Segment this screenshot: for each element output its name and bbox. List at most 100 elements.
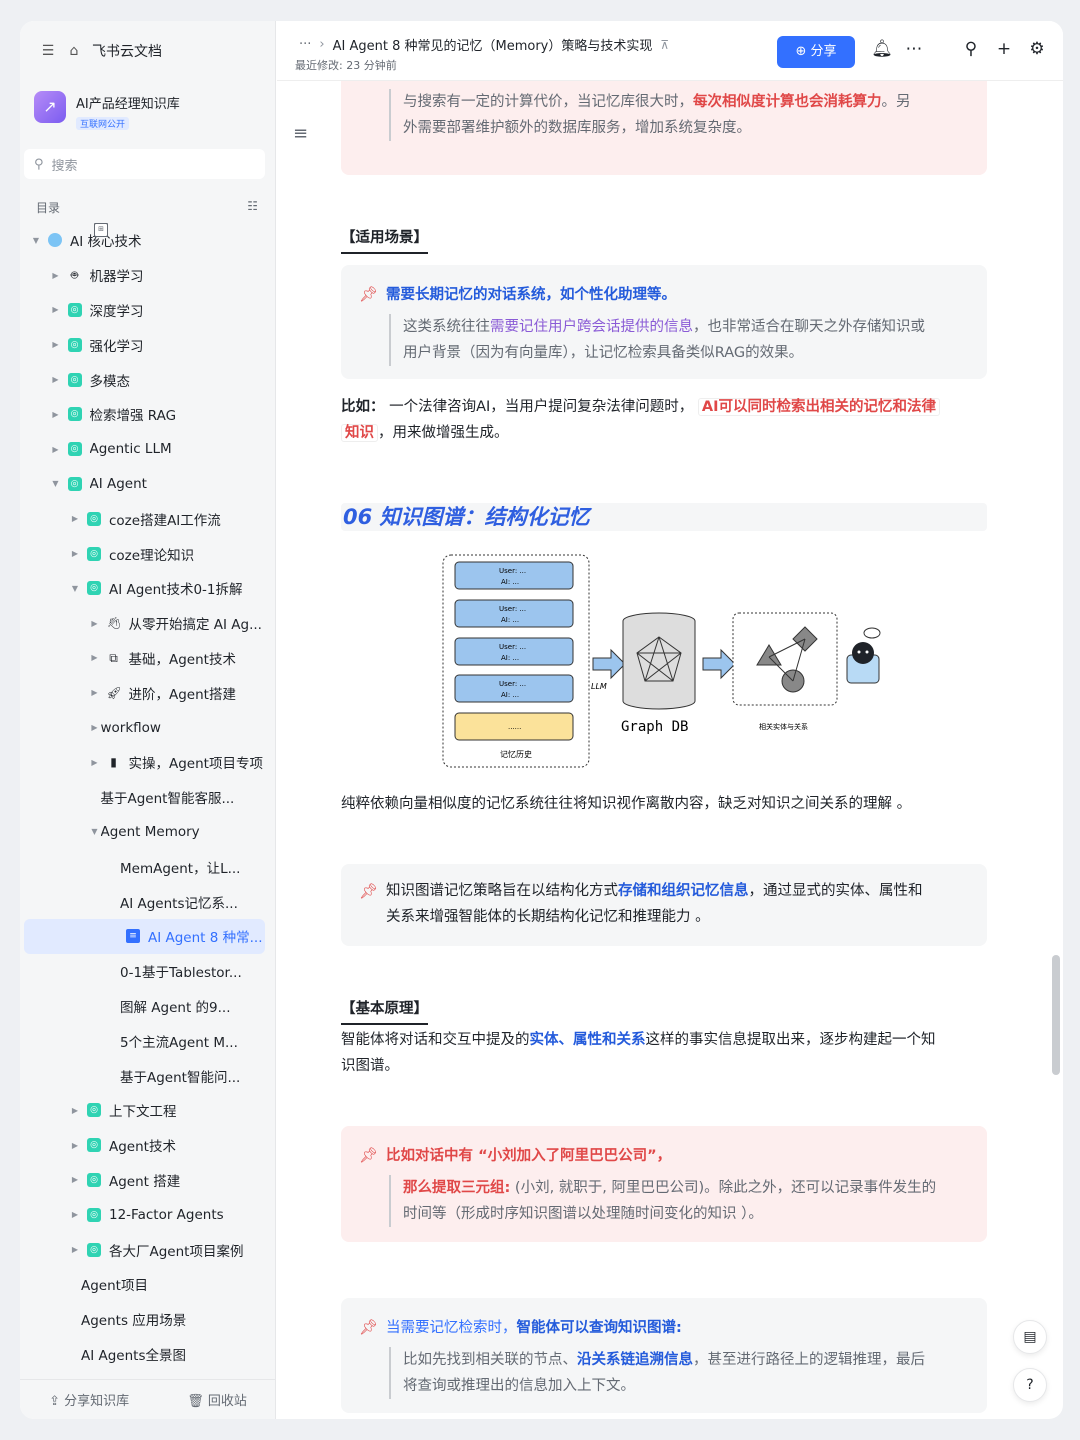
home-icon[interactable]: ⌂ <box>66 43 82 59</box>
search-input[interactable]: ⚲ 搜索 <box>24 149 265 179</box>
sidebar-item[interactable]: ▶ ◎ Agent技术 <box>24 1128 265 1163</box>
share-button[interactable]: ⊕ 分享 <box>777 36 855 68</box>
sidebar-item[interactable]: ▶ ◎ Agentic LLM <box>24 432 265 467</box>
sidebar-item[interactable]: ▶ ◎ 深度学习 <box>24 293 265 328</box>
sidebar-item[interactable]: ▼≡Agent Memory <box>24 223 265 850</box>
chevron-right-icon[interactable]: ▶ <box>50 305 62 314</box>
doc-title[interactable]: AI Agent 8 种常见的记忆（Memory）策略与技术实现 <box>333 35 653 54</box>
chevron-right-icon[interactable]: ▶ <box>50 340 62 349</box>
help-button[interactable]: ? <box>1013 1368 1047 1402</box>
sidebar-item[interactable]: ≡AI Agents记忆系... <box>24 223 265 919</box>
collapse-sidebar-icon[interactable]: ☰ <box>40 43 56 59</box>
toc-options-icon[interactable]: ☷ <box>247 199 258 216</box>
settings-icon[interactable]: ⚙ <box>1026 39 1048 59</box>
arrow-to-graphdb <box>592 648 626 680</box>
highlight: 那么提取三元组: <box>403 1180 511 1196</box>
teal-doc-icon: ◎ <box>67 302 82 317</box>
chevron-right-icon[interactable]: ▶ <box>69 1106 81 1115</box>
sidebar-item[interactable]: ▶ ▮ 实操，Agent项目专项 <box>24 745 265 780</box>
sidebar-item[interactable]: ▶ ◎ coze搭建AI工作流 <box>24 501 265 536</box>
sidebar-item[interactable]: ≡ 5个主流Agent M... <box>24 223 265 1058</box>
sidebar-item[interactable]: ▶ ◎ Agent 搭建 <box>24 1163 265 1198</box>
sidebar-item-label: Agent 搭建 <box>109 1173 181 1190</box>
chevron-right-icon[interactable]: ▶ <box>89 723 101 732</box>
sidebar-item[interactable]: ≡ 图解 Agent 的9... <box>24 223 265 1024</box>
chevron-right-icon[interactable]: ▶ <box>69 1210 81 1219</box>
chevron-down-icon[interactable]: ▼ <box>69 584 81 593</box>
knowledge-base-header[interactable]: ↗ AI产品经理知识库 互联网公开 <box>34 91 180 131</box>
sidebar-item[interactable]: ▶ ◎ 各大厂Agent项目案例 <box>24 1232 265 1267</box>
chevron-down-icon[interactable]: ▼ <box>89 827 101 836</box>
sidebar-item[interactable]: ≡ 0-1基于Tablestor... <box>24 223 265 989</box>
sidebar-item[interactable]: ▶ 🚀︎ 进阶，Agent搭建 <box>24 675 265 710</box>
sidebar-item[interactable]: ▶ ◎ 检索增强 RAG <box>24 397 265 432</box>
highlight: 存储和组织记忆信息 <box>618 883 749 899</box>
chevron-right-icon[interactable]: ▶ <box>89 688 101 697</box>
sidebar-item[interactable]: ⊞Agents 应用场景 <box>24 223 265 1337</box>
chevron-down-icon[interactable]: ▼ <box>30 236 42 245</box>
title-text: 比如对话中有 “小刘加入了阿里巴巴公司”， <box>386 1148 672 1164</box>
sidebar-item-label: 深度学习 <box>89 303 144 320</box>
sidebar-item[interactable]: ▶ 👋︎ 从零开始搞定 AI Ag... <box>24 606 265 641</box>
add-icon[interactable]: + <box>993 39 1015 59</box>
sidebar-item[interactable]: ▶ 🤖︎ 机器学习 <box>24 258 265 293</box>
chevron-right-icon[interactable]: ▶ <box>89 619 101 628</box>
chevron-right-icon[interactable]: ▶ <box>69 1245 81 1254</box>
highlight: 实体、属性和关系 <box>529 1032 646 1048</box>
outline-icon[interactable]: ≡ <box>293 123 308 144</box>
search-icon[interactable]: ⚲ <box>960 39 982 59</box>
sidebar-item[interactable]: ▶≡workflow <box>24 223 265 745</box>
example-label: 比如： <box>341 399 385 415</box>
sidebar-item[interactable]: ▼ ◎ AI Agent技术0-1拆解 <box>24 571 265 606</box>
sidebar-item[interactable]: ⊞ AI Agents全景图 <box>24 223 265 1372</box>
text: ，用来做增强生成。 <box>378 425 509 441</box>
chevron-right-icon[interactable]: ▶ <box>50 445 62 454</box>
scrollbar-thumb[interactable] <box>1052 955 1060 1075</box>
recycle-bin-button[interactable]: 🗑 回收站 <box>187 1390 247 1409</box>
sidebar-item[interactable]: ≡ 基于Agent智能问... <box>24 223 265 1093</box>
sidebar-item[interactable]: ≡基于Agent智能客服... <box>24 223 265 815</box>
sidebar-item[interactable]: ▶ ◎ 12-Factor Agents <box>24 1197 265 1232</box>
chevron-right-icon[interactable]: ▶ <box>69 514 81 523</box>
sidebar-item[interactable]: ⊞Agent项目 <box>24 223 265 1302</box>
sidebar-item[interactable]: ▶ ◎ coze理论知识 <box>24 536 265 571</box>
text: 识图谱。 <box>341 1058 399 1074</box>
chevron-right-icon[interactable]: ▶ <box>69 1175 81 1184</box>
share-kb-button[interactable]: ⇪ 分享知识库 <box>49 1390 129 1409</box>
teal-doc-icon: ◎ <box>67 372 82 387</box>
public-badge: 互联网公开 <box>76 117 130 130</box>
chevron-right-icon[interactable]: ▶ <box>69 1141 81 1150</box>
teal-doc-icon: ◎ <box>87 1242 101 1257</box>
sidebar-item[interactable]: ▶ ⧉ 基础，Agent技术 <box>24 641 265 676</box>
sidebar-item-label: 进阶，Agent搭建 <box>128 686 236 703</box>
sidebar-item[interactable]: ▼ AI 核心技术 <box>24 223 265 258</box>
chevron-right-icon[interactable]: ▶ <box>50 375 62 384</box>
breadcrumb-more-button[interactable]: ··· <box>299 37 311 52</box>
callout-scene: 📌︎ 需要长期记忆的对话系统，如个性化助理等。 这类系统往往需要记住用户跨会话提供… <box>341 265 987 379</box>
scrollbar[interactable] <box>1051 85 1061 1415</box>
globe-icon <box>48 233 62 248</box>
more-icon[interactable]: ⋯ <box>903 39 925 59</box>
callout-query: 📌︎ 当需要记忆检索时，智能体可以查询知识图谱: 比如先找到相关联的节点、沿关系链… <box>341 1298 987 1413</box>
sidebar-item[interactable]: ▶ ◎ 强化学习 <box>24 327 265 362</box>
teal-doc-icon: ◎ <box>87 1138 101 1153</box>
chevron-right-icon[interactable]: ▶ <box>89 653 101 662</box>
sidebar-item-label: MemAgent，让L... <box>120 860 241 877</box>
chevron-right-icon[interactable]: ▶ <box>50 271 62 280</box>
sidebar-item[interactable]: ▶ ◎ 多模态 <box>24 362 265 397</box>
chevron-right-icon[interactable]: ▶ <box>69 549 81 558</box>
sidebar-item[interactable]: ≡ AI Agent 8 种常... <box>24 918 265 954</box>
chevron-down-icon[interactable]: ▼ <box>50 479 62 488</box>
sidebar-item[interactable]: ▼ ◎ AI Agent <box>24 467 265 502</box>
text: 比如先找到相关联的节点、 <box>403 1352 577 1368</box>
sidebar-item[interactable]: ≡MemAgent，让L... <box>24 223 265 884</box>
chevron-right-icon[interactable]: ▶ <box>50 410 62 419</box>
pin-icon[interactable]: ⊼ <box>660 38 669 52</box>
text: 将查询或推理出的信息加入上下文。 <box>403 1378 635 1394</box>
app-name[interactable]: 飞书云文档 <box>92 41 162 61</box>
chevron-right-icon[interactable]: ▶ <box>89 758 101 767</box>
doc-info-button[interactable]: ▤ <box>1013 1320 1047 1354</box>
sidebar-item[interactable]: ▶ ◎ 上下文工程 <box>24 1093 265 1128</box>
teal-doc-icon: ◎ <box>87 581 101 596</box>
bell-icon[interactable]: 🔔︎ <box>871 39 893 59</box>
